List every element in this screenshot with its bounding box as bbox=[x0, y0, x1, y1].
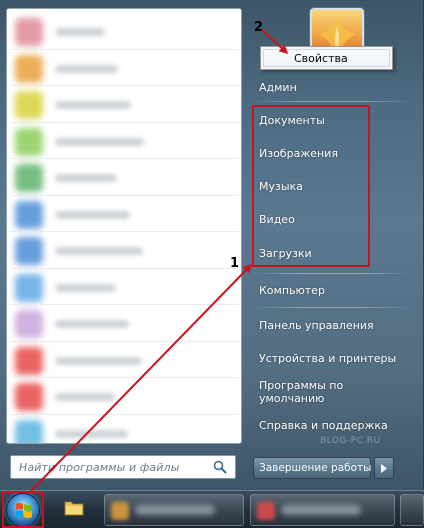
separator bbox=[252, 101, 412, 102]
program-icon bbox=[15, 310, 43, 338]
folder-icon[interactable] bbox=[64, 499, 84, 516]
menu-item-devices-printers[interactable]: Устройства и принтеры bbox=[252, 346, 412, 370]
watermark: BLOG-PC.RU bbox=[320, 436, 381, 446]
program-name-blurred bbox=[55, 174, 117, 182]
taskbar-window-button[interactable] bbox=[250, 494, 395, 526]
shutdown-button[interactable]: Завершение работы bbox=[253, 457, 371, 479]
program-name-blurred bbox=[55, 247, 143, 255]
program-item[interactable] bbox=[7, 269, 241, 307]
chevron-right-icon bbox=[381, 463, 387, 473]
start-menu: Найти программы и файлы Админ Документы … bbox=[0, 0, 424, 490]
program-item[interactable] bbox=[7, 50, 241, 88]
step-2-label: 2 bbox=[254, 20, 264, 35]
menu-item-computer[interactable]: Компьютер bbox=[252, 278, 412, 302]
program-item[interactable] bbox=[7, 13, 241, 51]
program-name-blurred bbox=[55, 137, 144, 146]
context-menu: Свойства bbox=[260, 46, 393, 70]
program-name-blurred bbox=[55, 429, 128, 438]
shutdown-options-button[interactable] bbox=[374, 457, 394, 479]
start-button[interactable] bbox=[6, 493, 40, 527]
program-icon bbox=[15, 164, 43, 192]
program-item[interactable] bbox=[7, 305, 241, 343]
separator bbox=[252, 273, 412, 274]
programs-list bbox=[6, 8, 242, 444]
program-item[interactable] bbox=[7, 378, 241, 416]
step-1-label: 1 bbox=[230, 256, 240, 271]
user-name-item[interactable]: Админ bbox=[252, 75, 412, 99]
blurred-title bbox=[135, 505, 215, 515]
program-item[interactable] bbox=[7, 86, 241, 124]
menu-item-documents[interactable]: Документы bbox=[252, 108, 412, 132]
program-name-blurred bbox=[55, 283, 116, 292]
program-item[interactable] bbox=[7, 196, 241, 234]
separator bbox=[252, 307, 412, 308]
menu-item-default-programs[interactable]: Программы по умолчанию bbox=[252, 379, 412, 405]
program-icon bbox=[15, 18, 43, 46]
program-icon bbox=[15, 273, 43, 302]
app-icon bbox=[257, 502, 275, 520]
search-input[interactable]: Найти программы и файлы bbox=[10, 455, 236, 479]
program-item[interactable] bbox=[7, 415, 241, 443]
windows-logo-icon bbox=[16, 503, 32, 518]
taskbar-window-button[interactable] bbox=[400, 494, 424, 526]
menu-item-help-support[interactable]: Справка и поддержка bbox=[252, 413, 412, 437]
program-icon bbox=[15, 54, 43, 83]
app-icon bbox=[111, 502, 129, 520]
program-name-blurred bbox=[55, 101, 131, 109]
program-item[interactable] bbox=[7, 159, 241, 197]
blurred-title bbox=[281, 505, 361, 515]
menu-item-videos[interactable]: Видео bbox=[252, 207, 412, 231]
search-icon[interactable] bbox=[213, 460, 227, 474]
program-name-blurred bbox=[55, 393, 115, 401]
program-icon bbox=[15, 237, 43, 265]
program-name-blurred bbox=[55, 28, 105, 36]
program-name-blurred bbox=[55, 356, 142, 365]
menu-item-pictures[interactable]: Изображения bbox=[252, 141, 412, 165]
program-item[interactable] bbox=[7, 232, 241, 270]
program-icon bbox=[15, 419, 43, 443]
menu-item-music[interactable]: Музыка bbox=[252, 174, 412, 198]
program-name-blurred bbox=[55, 64, 118, 73]
program-icon bbox=[15, 346, 43, 375]
program-icon bbox=[15, 127, 43, 156]
program-icon bbox=[15, 91, 43, 119]
program-icon bbox=[15, 383, 43, 411]
search-placeholder: Найти программы и файлы bbox=[19, 460, 180, 474]
program-item[interactable] bbox=[7, 342, 241, 380]
program-item[interactable] bbox=[7, 123, 241, 161]
program-icon bbox=[15, 200, 43, 229]
menu-item-control-panel[interactable]: Панель управления bbox=[252, 313, 412, 337]
context-menu-item-properties[interactable]: Свойства bbox=[294, 52, 348, 65]
program-name-blurred bbox=[55, 210, 130, 219]
taskbar-window-button[interactable] bbox=[104, 494, 244, 526]
menu-item-downloads[interactable]: Загрузки bbox=[252, 241, 412, 265]
program-name-blurred bbox=[55, 320, 129, 328]
